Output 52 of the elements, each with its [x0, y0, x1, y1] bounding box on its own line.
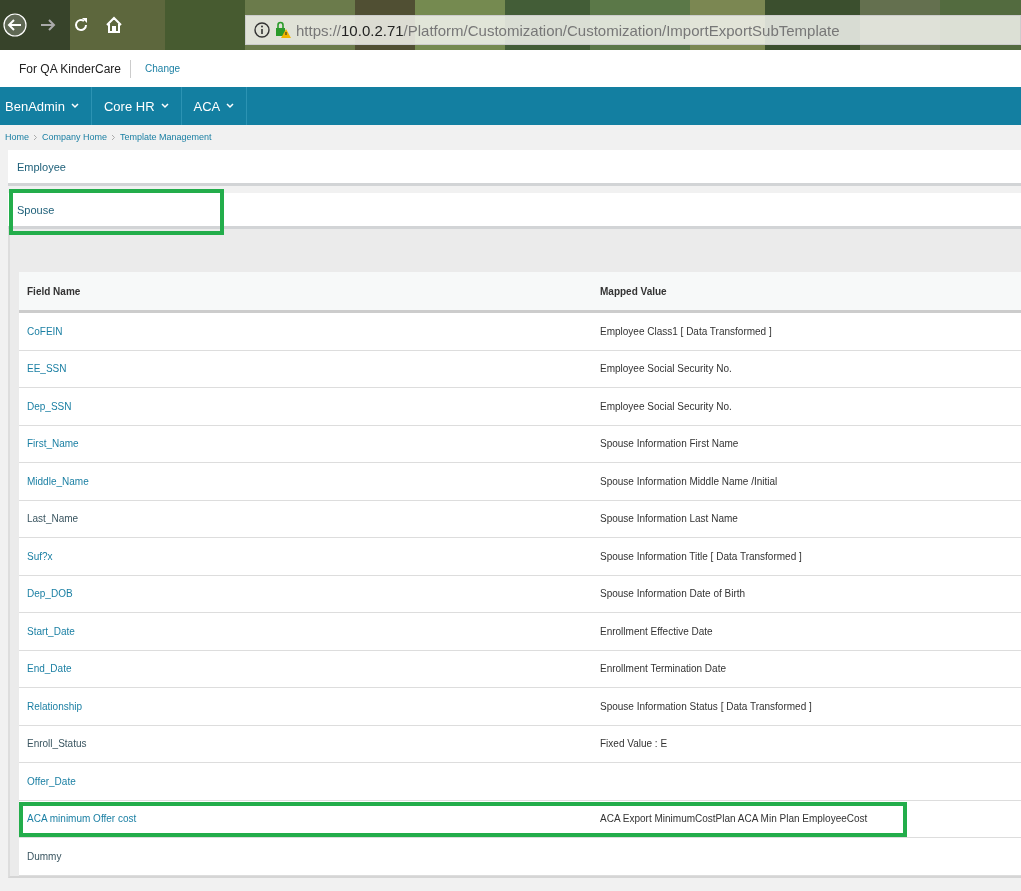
section-tab[interactable]: Spouse — [8, 193, 1021, 229]
section-title: Employee — [17, 160, 66, 173]
mapped-value: Employee Social Security No. — [600, 363, 732, 375]
field-link[interactable]: Offer_Date — [27, 775, 76, 787]
mapped-value: Spouse Information Middle Name /Initial — [600, 475, 778, 487]
info-icon[interactable] — [254, 22, 270, 38]
mapped-value: Employee Class1 [ Data Transformed ] — [600, 325, 772, 337]
breadcrumb-link[interactable]: Home — [5, 132, 29, 142]
field-link[interactable]: Start_Date — [27, 625, 75, 637]
field-link[interactable]: First_Name — [27, 438, 79, 450]
field-link[interactable]: Dep_DOB — [27, 588, 73, 600]
mapped-value: Employee Social Security No. — [600, 400, 732, 412]
chevron-down-icon — [160, 103, 169, 109]
field-link[interactable]: ACA minimum Offer cost — [27, 813, 137, 825]
change-link[interactable]: Change — [145, 63, 181, 74]
field-link[interactable]: Relationship — [27, 700, 83, 712]
chevron-down-icon — [226, 103, 235, 109]
field-link[interactable]: End_Date — [27, 663, 72, 675]
field-link[interactable]: Dep_SSN — [27, 400, 72, 412]
company-name: For QA KinderCare — [19, 59, 132, 78]
mapped-value: Spouse Information Last Name — [600, 513, 738, 525]
field-name: Dummy — [27, 850, 62, 862]
column-header: Field Name — [19, 272, 592, 312]
mapped-value: ACA Export MinimumCostPlan ACA Min Plan EmployeeCost — [600, 813, 868, 825]
breadcrumb-link[interactable]: Template Management — [120, 132, 212, 142]
mapped-value: Spouse Information Status [ Data Transformed ] — [600, 700, 812, 712]
chevron-right-icon — [111, 133, 117, 141]
column-header: Mapped Value — [592, 272, 1021, 312]
field-name: Enroll_Status — [27, 738, 87, 750]
mapped-value: Fixed Value : E — [600, 738, 668, 750]
nav-menu[interactable]: ACA — [181, 87, 248, 125]
mapped-value: Spouse Information First Name — [600, 438, 739, 450]
back-button[interactable] — [0, 10, 30, 40]
chevron-right-icon — [33, 133, 38, 141]
mapped-value: Enrollment Effective Date — [600, 625, 713, 637]
mapped-value: Spouse Information Title [ Data Transformed ] — [600, 550, 802, 562]
mapped-value: Enrollment Termination Date — [600, 663, 726, 675]
home-icon — [104, 15, 124, 35]
field-link[interactable]: Suf?x — [27, 550, 53, 562]
field-link[interactable]: Middle_Name — [27, 475, 89, 487]
breadcrumb-link[interactable]: Company Home — [42, 132, 108, 142]
nav-menu[interactable]: BenAdmin — [0, 87, 92, 125]
mapped-value: Spouse Information Date of Birth — [600, 588, 746, 600]
section-title: Spouse — [17, 203, 55, 216]
field-name: Last_Name — [27, 513, 79, 525]
section-tab[interactable]: Employee — [8, 150, 1021, 186]
url-text: https://10.0.2.71/Platform/Customization/Customization/ImportExportSubTemplate — [296, 21, 840, 39]
field-link[interactable]: EE_SSN — [27, 363, 67, 375]
nav-menu[interactable]: Core HR — [92, 87, 182, 125]
chevron-down-icon — [71, 103, 79, 109]
address-bar[interactable]: https://10.0.2.71/Platform/Customization/Customization/ImportExportSubTemplate — [245, 15, 1021, 45]
field-link[interactable]: CoFEIN — [27, 325, 63, 337]
